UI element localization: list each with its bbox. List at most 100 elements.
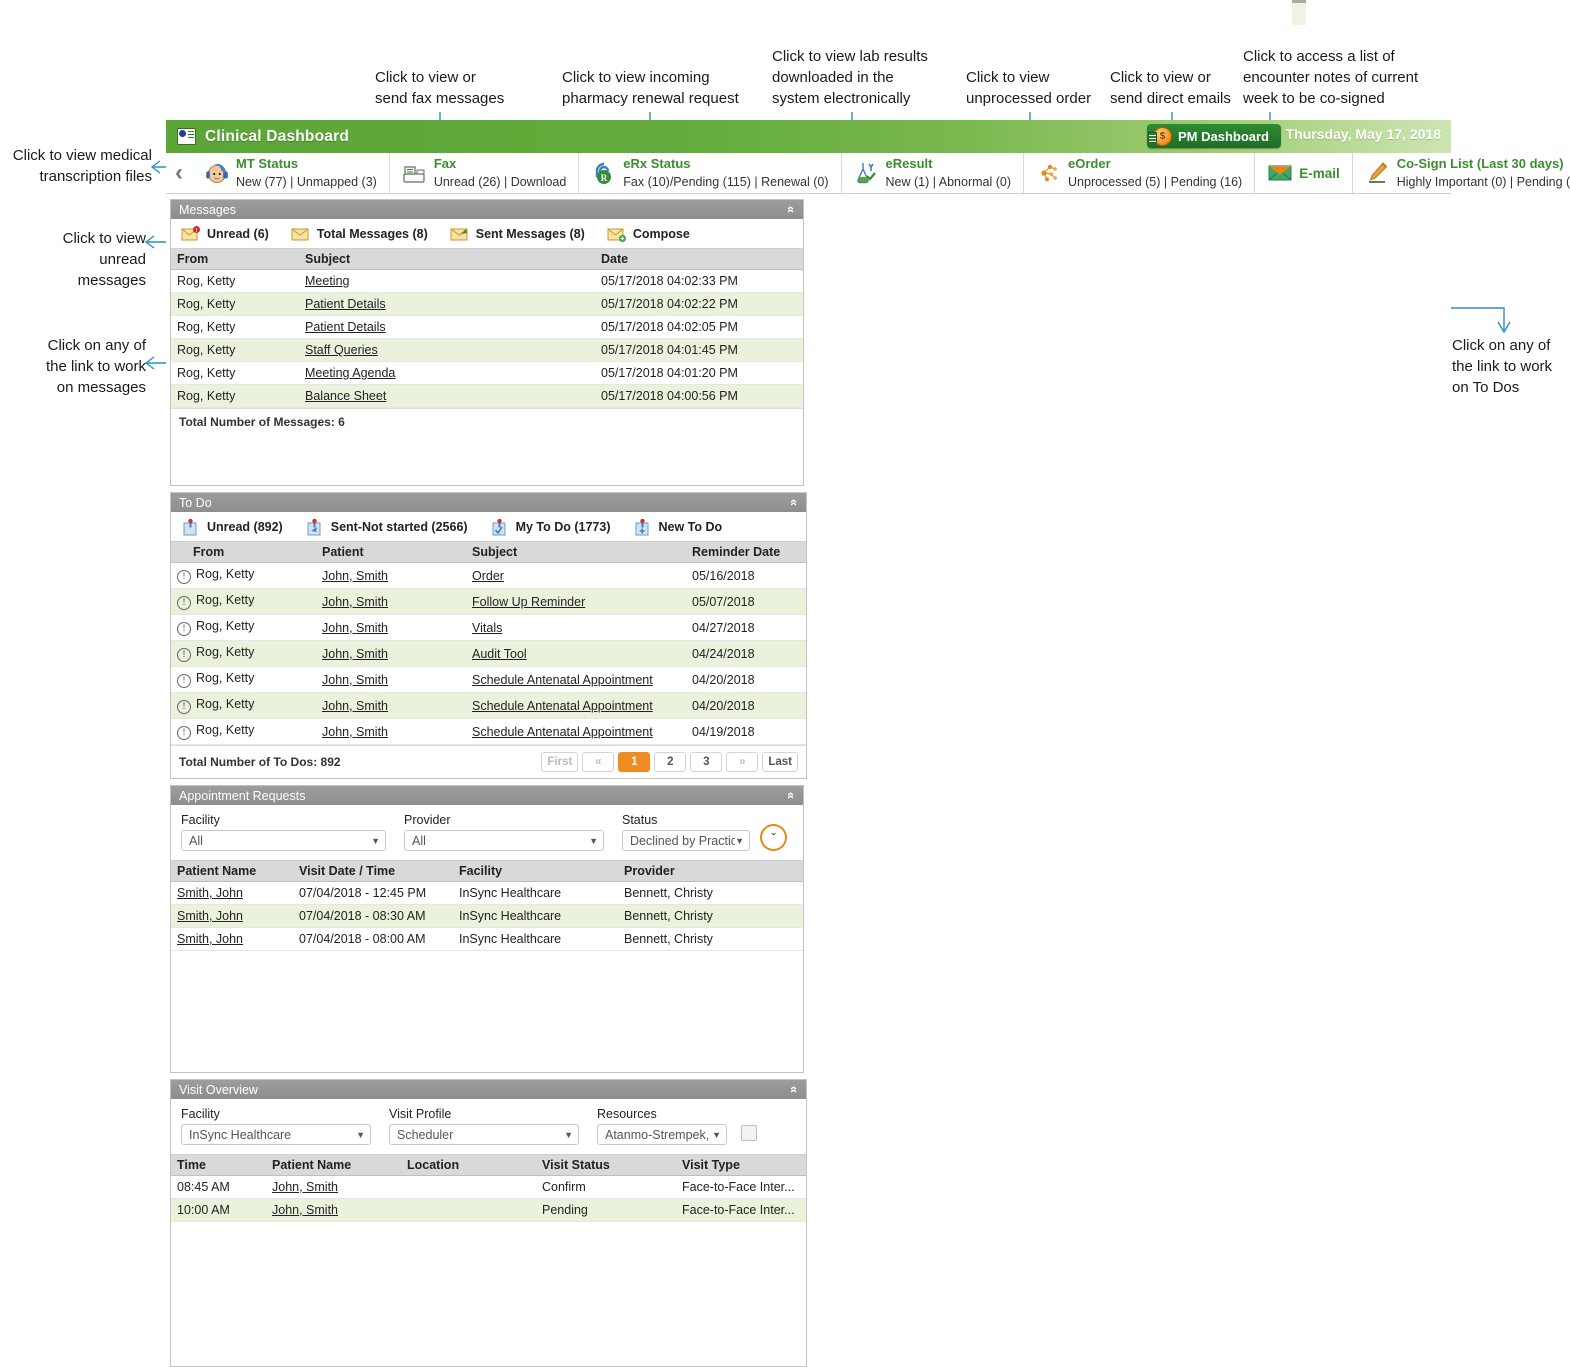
toolbar-item-erx-status[interactable]: R eRx Status Fax (10)/Pending (115) | Re…	[579, 153, 842, 193]
toolbar-prev-button[interactable]: ‹	[166, 153, 192, 193]
toolbar-item-email[interactable]: E-mail	[1255, 153, 1353, 193]
table-row[interactable]: ! Rog, Ketty John, Smith Follow Up Remind…	[171, 588, 806, 615]
cell-visit-status: Pending	[536, 1198, 676, 1222]
visits-table-header-row: Time Patient Name Location Visit Status …	[171, 1155, 806, 1176]
table-row[interactable]: ! Rog, Ketty John, Smith Schedule Antenat…	[171, 692, 806, 719]
todo-tab-sent[interactable]: Sent-Not started (2566)	[305, 518, 468, 536]
messages-tab-sent[interactable]: Sent Messages (8)	[450, 226, 585, 242]
page-prev-button[interactable]: «	[582, 752, 615, 772]
expand-appointments-button[interactable]: ˇ	[760, 824, 787, 851]
facility-select[interactable]: All ▼	[181, 830, 386, 851]
collapse-icon[interactable]: «	[787, 1086, 802, 1093]
patient-link[interactable]: John, Smith	[272, 1203, 338, 1217]
todo-tab-unread[interactable]: Unread (892)	[181, 518, 283, 536]
page-last-button[interactable]: Last	[762, 752, 798, 772]
table-row[interactable]: Rog, Ketty Balance Sheet 05/17/2018 04:0…	[171, 384, 803, 408]
table-row[interactable]: ! Rog, Ketty John, Smith Schedule Antenat…	[171, 666, 806, 693]
table-row[interactable]: Smith, John 07/04/2018 - 12:45 PM InSync…	[171, 881, 803, 905]
table-row[interactable]: Rog, Ketty Meeting 05/17/2018 04:02:33 P…	[171, 269, 803, 293]
message-subject-link[interactable]: Staff Queries	[305, 343, 378, 357]
patient-link[interactable]: John, Smith	[322, 725, 388, 739]
patient-link[interactable]: Smith, John	[177, 909, 243, 923]
toolbar-item-eorder[interactable]: eOrder Unprocessed (5) | Pending (16)	[1024, 153, 1256, 193]
message-subject-link[interactable]: Patient Details	[305, 320, 386, 334]
todo-subject-link[interactable]: Vitals	[472, 621, 502, 635]
table-row[interactable]: Rog, Ketty Staff Queries 05/17/2018 04:0…	[171, 338, 803, 362]
table-row[interactable]: Smith, John 07/04/2018 - 08:30 AM InSync…	[171, 904, 803, 928]
cell-from: ! Rog, Ketty	[171, 614, 316, 641]
toolbar-item-fax[interactable]: Fax Unread (26) | Download	[390, 153, 580, 193]
patient-link[interactable]: Smith, John	[177, 886, 243, 900]
table-row[interactable]: Rog, Ketty Patient Details 05/17/2018 04…	[171, 315, 803, 339]
patient-link[interactable]: John, Smith	[322, 595, 388, 609]
toolbar-item-title: eOrder	[1068, 155, 1111, 171]
provider-select[interactable]: All ▼	[404, 830, 604, 851]
table-row[interactable]: ! Rog, Ketty John, Smith Order 05/16/2018	[171, 562, 806, 589]
column-provider: Provider	[618, 861, 803, 882]
column-date: Date	[595, 249, 803, 270]
resources-select[interactable]: Atanmo-Strempek, I ▼	[597, 1124, 727, 1145]
todo-table-header-row: From Patient Subject Reminder Date	[171, 542, 806, 563]
column-visit-date-time: Visit Date / Time	[293, 861, 453, 882]
column-facility: Facility	[453, 861, 618, 882]
messages-tab-compose[interactable]: Compose	[607, 226, 690, 242]
facility-filter: Facility All ▼	[181, 813, 386, 851]
table-row[interactable]: Rog, Ketty Patient Details 05/17/2018 04…	[171, 292, 803, 316]
collapse-icon[interactable]: «	[787, 499, 802, 506]
toolbar-item-cosign-list[interactable]: Co-Sign List (Last 30 days) Highly Impor…	[1353, 153, 1570, 193]
message-subject-link[interactable]: Patient Details	[305, 297, 386, 311]
status-select[interactable]: Declined by Practic ▼	[622, 830, 750, 851]
column-visit-type: Visit Type	[676, 1155, 806, 1176]
todo-tab-new[interactable]: New To Do	[633, 518, 722, 536]
provider-select-value: All	[412, 833, 426, 848]
patient-link[interactable]: John, Smith	[322, 621, 388, 635]
page-next-button[interactable]: »	[726, 752, 759, 772]
pm-dashboard-button[interactable]: $ PM Dashboard	[1146, 124, 1281, 148]
todo-subject-link[interactable]: Schedule Antenatal Appointment	[472, 725, 653, 739]
toolbar-item-sub: New (1) | Abnormal (0)	[885, 175, 1012, 189]
table-row[interactable]: ! Rog, Ketty John, Smith Audit Tool 04/24…	[171, 640, 806, 667]
messages-tab-unread[interactable]: ! Unread (6)	[181, 226, 269, 242]
patient-link[interactable]: John, Smith	[322, 569, 388, 583]
messages-tab-total[interactable]: Total Messages (8)	[291, 226, 428, 242]
table-row[interactable]: Rog, Ketty Meeting Agenda 05/17/2018 04:…	[171, 361, 803, 385]
todo-subject-link[interactable]: Schedule Antenatal Appointment	[472, 673, 653, 687]
visit-facility-select[interactable]: InSync Healthcare ▼	[181, 1124, 371, 1145]
page-1-button[interactable]: 1	[618, 752, 651, 772]
table-row[interactable]: Smith, John 07/04/2018 - 08:00 AM InSync…	[171, 927, 803, 951]
svg-text:R: R	[601, 173, 608, 183]
page-title: Clinical Dashboard	[205, 127, 349, 145]
toolbar-item-mt-status[interactable]: MT Status New (77) | Unmapped (3)	[192, 153, 390, 193]
cell-time: 08:45 AM	[171, 1175, 266, 1199]
patient-link[interactable]: Smith, John	[177, 932, 243, 946]
collapse-icon[interactable]: «	[784, 206, 799, 213]
cell-date: 05/17/2018 04:02:33 PM	[595, 269, 803, 293]
patient-link[interactable]: John, Smith	[322, 673, 388, 687]
patient-link[interactable]: John, Smith	[272, 1180, 338, 1194]
page-first-button[interactable]: First	[541, 752, 579, 772]
patient-link[interactable]: John, Smith	[322, 647, 388, 661]
message-subject-link[interactable]: Meeting Agenda	[305, 366, 395, 380]
cell-from: Rog, Ketty	[171, 269, 299, 293]
patient-link[interactable]: John, Smith	[322, 699, 388, 713]
table-row[interactable]: ! Rog, Ketty John, Smith Vitals 04/27/201…	[171, 614, 806, 641]
table-row[interactable]: 08:45 AM John, Smith Confirm Face-to-Fac…	[171, 1175, 806, 1199]
cell-from: Rog, Ketty	[171, 361, 299, 385]
toolbar-item-eresult[interactable]: eResult New (1) | Abnormal (0)	[842, 153, 1025, 193]
page-3-button[interactable]: 3	[690, 752, 723, 772]
todo-subject-link[interactable]: Follow Up Reminder	[472, 595, 585, 609]
cell-from: Rog, Ketty	[171, 384, 299, 408]
visit-profile-select[interactable]: Scheduler ▼	[389, 1124, 579, 1145]
todo-subject-link[interactable]: Schedule Antenatal Appointment	[472, 699, 653, 713]
table-row[interactable]: ! Rog, Ketty John, Smith Schedule Antenat…	[171, 718, 806, 745]
message-subject-link[interactable]: Meeting	[305, 274, 349, 288]
todo-tab-my[interactable]: My To Do (1773)	[490, 518, 611, 536]
todo-subject-link[interactable]: Audit Tool	[472, 647, 527, 661]
message-subject-link[interactable]: Balance Sheet	[305, 389, 386, 403]
visit-overview-checkbox[interactable]	[741, 1125, 757, 1141]
collapse-icon[interactable]: «	[784, 792, 799, 799]
messages-table: From Subject Date Rog, Ketty Meeting 05/…	[171, 249, 803, 408]
table-row[interactable]: 10:00 AM John, Smith Pending Face-to-Fac…	[171, 1198, 806, 1222]
page-2-button[interactable]: 2	[654, 752, 687, 772]
todo-subject-link[interactable]: Order	[472, 569, 504, 583]
